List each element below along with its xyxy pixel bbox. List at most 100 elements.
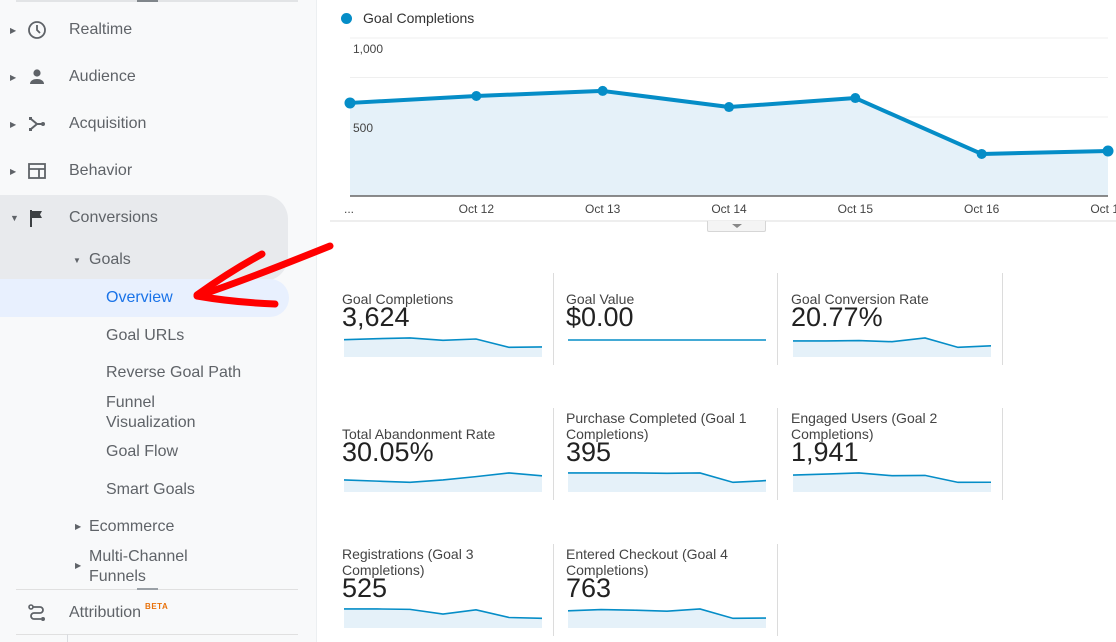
sidebar-item-realtime[interactable]: ▶ Realtime xyxy=(0,10,132,50)
sidebar-item-label: Acquisition xyxy=(69,115,147,132)
scorecard-sparkline xyxy=(344,608,542,628)
scorecard-value: 1,941 xyxy=(791,437,859,467)
sidebar-item-reverse-goal-path[interactable]: Reverse Goal Path xyxy=(106,363,241,383)
data-point[interactable] xyxy=(1102,145,1114,157)
flag-icon xyxy=(26,207,48,229)
scorecard-divider xyxy=(553,544,554,636)
sidebar-item-label: Audience xyxy=(69,68,136,85)
sidebar-item-funnel-visualization[interactable]: Funnel Visualization xyxy=(106,393,196,433)
x-tick-label: Oct 14 xyxy=(711,202,747,216)
x-tick-label: Oct 16 xyxy=(964,202,1000,216)
chart-toggle-button[interactable] xyxy=(707,221,766,232)
y-tick-label: 500 xyxy=(353,121,373,135)
y-tick-label: 1,000 xyxy=(353,42,383,56)
sidebar-item-label: Funnels xyxy=(89,568,146,585)
scorecard-divider xyxy=(777,544,778,636)
attribution-icon xyxy=(26,602,48,624)
sidebar-item-label: Conversions xyxy=(69,209,158,226)
scorecard-value: 20.77% xyxy=(791,302,883,332)
sidebar-item-smart-goals[interactable]: Smart Goals xyxy=(106,480,195,500)
data-point[interactable] xyxy=(471,90,482,101)
caret-down-icon: ▼ xyxy=(10,213,19,223)
scorecard-divider xyxy=(553,273,554,365)
data-point[interactable] xyxy=(850,93,861,104)
scorecard-value: 395 xyxy=(566,437,612,467)
scorecard-sparkline xyxy=(568,472,766,492)
caret-right-icon: ▶ xyxy=(10,166,17,176)
acquisition-icon xyxy=(26,113,48,135)
sidebar-item-multi-channel-funnels[interactable]: Multi-Channel Funnels xyxy=(89,547,188,587)
sidebar-item-overview[interactable]: Overview xyxy=(106,288,173,308)
sidebar-item-goals[interactable]: Goals xyxy=(89,250,131,270)
sidebar: ▶ Realtime ▶ Audience ▶ Acquisition ▶ Be… xyxy=(0,0,317,642)
x-tick-label: Oct 12 xyxy=(459,202,495,216)
scorecard-divider xyxy=(777,273,778,365)
scorecard-value: $0.00 xyxy=(566,302,634,332)
x-tick-label: Oct 13 xyxy=(585,202,621,216)
sidebar-scroll-indicator xyxy=(16,0,298,2)
sidebar-item-label: Attribution BETA xyxy=(69,602,169,622)
sparkline-area xyxy=(344,608,542,628)
scorecard[interactable]: Goal Value $0.00 xyxy=(566,273,778,365)
sidebar-divider xyxy=(16,588,298,590)
caret-right-icon: ▶ xyxy=(10,72,17,82)
scorecard-sparkline xyxy=(568,608,766,628)
sidebar-item-conversions[interactable]: ▼ Conversions xyxy=(0,198,158,238)
data-point[interactable] xyxy=(344,97,356,109)
sparkline-area xyxy=(344,472,542,492)
scorecard-divider xyxy=(777,408,778,500)
scorecard-value: 30.05% xyxy=(342,437,434,467)
beta-badge: BETA xyxy=(145,602,169,611)
clock-icon xyxy=(26,19,48,41)
scorecard[interactable]: Purchase Completed (Goal 1 Completions) 3… xyxy=(566,408,778,500)
scorecard[interactable]: Entered Checkout (Goal 4 Completions) 763 xyxy=(566,544,778,636)
data-point[interactable] xyxy=(597,85,608,96)
sidebar-item-ecommerce[interactable]: Ecommerce xyxy=(89,517,174,537)
sidebar-item-label: Behavior xyxy=(69,162,133,179)
caret-right-icon: ▶ xyxy=(10,119,17,129)
sidebar-item-goal-urls[interactable]: Goal URLs xyxy=(106,326,184,346)
scorecard[interactable]: Total Abandonment Rate 30.05% xyxy=(342,408,554,500)
scorecard-value: 3,624 xyxy=(342,302,410,332)
legend-dot-icon xyxy=(341,12,352,24)
scorecard-divider xyxy=(553,408,554,500)
sidebar-item-attribution[interactable]: ▶ AttributionBETA xyxy=(0,593,168,633)
caret-right-icon: ▶ xyxy=(75,522,82,531)
scorecard-sparkline xyxy=(793,337,991,357)
x-tick-label: Oct 17 xyxy=(1090,202,1116,216)
person-icon xyxy=(26,66,48,88)
caret-right-icon: ▶ xyxy=(10,25,17,35)
attribution-label: Attribution xyxy=(69,604,142,621)
sidebar-item-acquisition[interactable]: ▶ Acquisition xyxy=(0,104,146,144)
sidebar-item-behavior[interactable]: ▶ Behavior xyxy=(0,151,132,191)
scorecard-sparkline xyxy=(344,472,542,492)
caret-right-icon: ▶ xyxy=(75,561,82,570)
scorecard[interactable]: Goal Conversion Rate 20.77% xyxy=(791,273,1003,365)
sidebar-item-label: Multi-Channel xyxy=(89,548,188,565)
sidebar-divider xyxy=(16,634,298,635)
scorecard[interactable]: Registrations (Goal 3 Completions) 525 xyxy=(342,544,554,636)
x-tick-label: Oct 15 xyxy=(838,202,874,216)
sidebar-item-label: Realtime xyxy=(69,21,133,38)
sidebar-item-audience[interactable]: ▶ Audience xyxy=(0,57,136,97)
sidebar-item-label: Visualization xyxy=(106,414,196,431)
scorecard-sparkline xyxy=(344,337,542,357)
chevron-down-icon xyxy=(731,224,742,228)
x-tick-label: ... xyxy=(344,202,354,216)
sidebar-item-label: Funnel xyxy=(106,394,155,411)
scorecard-divider xyxy=(1002,408,1003,500)
chart-legend[interactable]: Goal Completions xyxy=(341,10,474,26)
scorecard-divider xyxy=(1002,273,1003,365)
scorecard[interactable]: Goal Completions 3,624 xyxy=(342,273,554,365)
data-point[interactable] xyxy=(724,102,734,113)
scorecard[interactable]: Engaged Users (Goal 2 Completions) 1,941 xyxy=(791,408,1003,500)
goal-completions-chart[interactable]: 1,000 500... Oct 12 Oct 13 Oct 14 Oct 15 Oct 1… xyxy=(330,28,1116,224)
behavior-icon xyxy=(26,160,48,182)
scorecard-sparkline xyxy=(568,339,766,341)
scorecard-sparkline xyxy=(793,472,991,492)
data-point[interactable] xyxy=(976,148,987,159)
scorecard-value: 763 xyxy=(566,573,612,603)
scorecard-value: 525 xyxy=(342,573,388,603)
sidebar-item-goal-flow[interactable]: Goal Flow xyxy=(106,442,178,462)
legend-label: Goal Completions xyxy=(363,10,475,26)
